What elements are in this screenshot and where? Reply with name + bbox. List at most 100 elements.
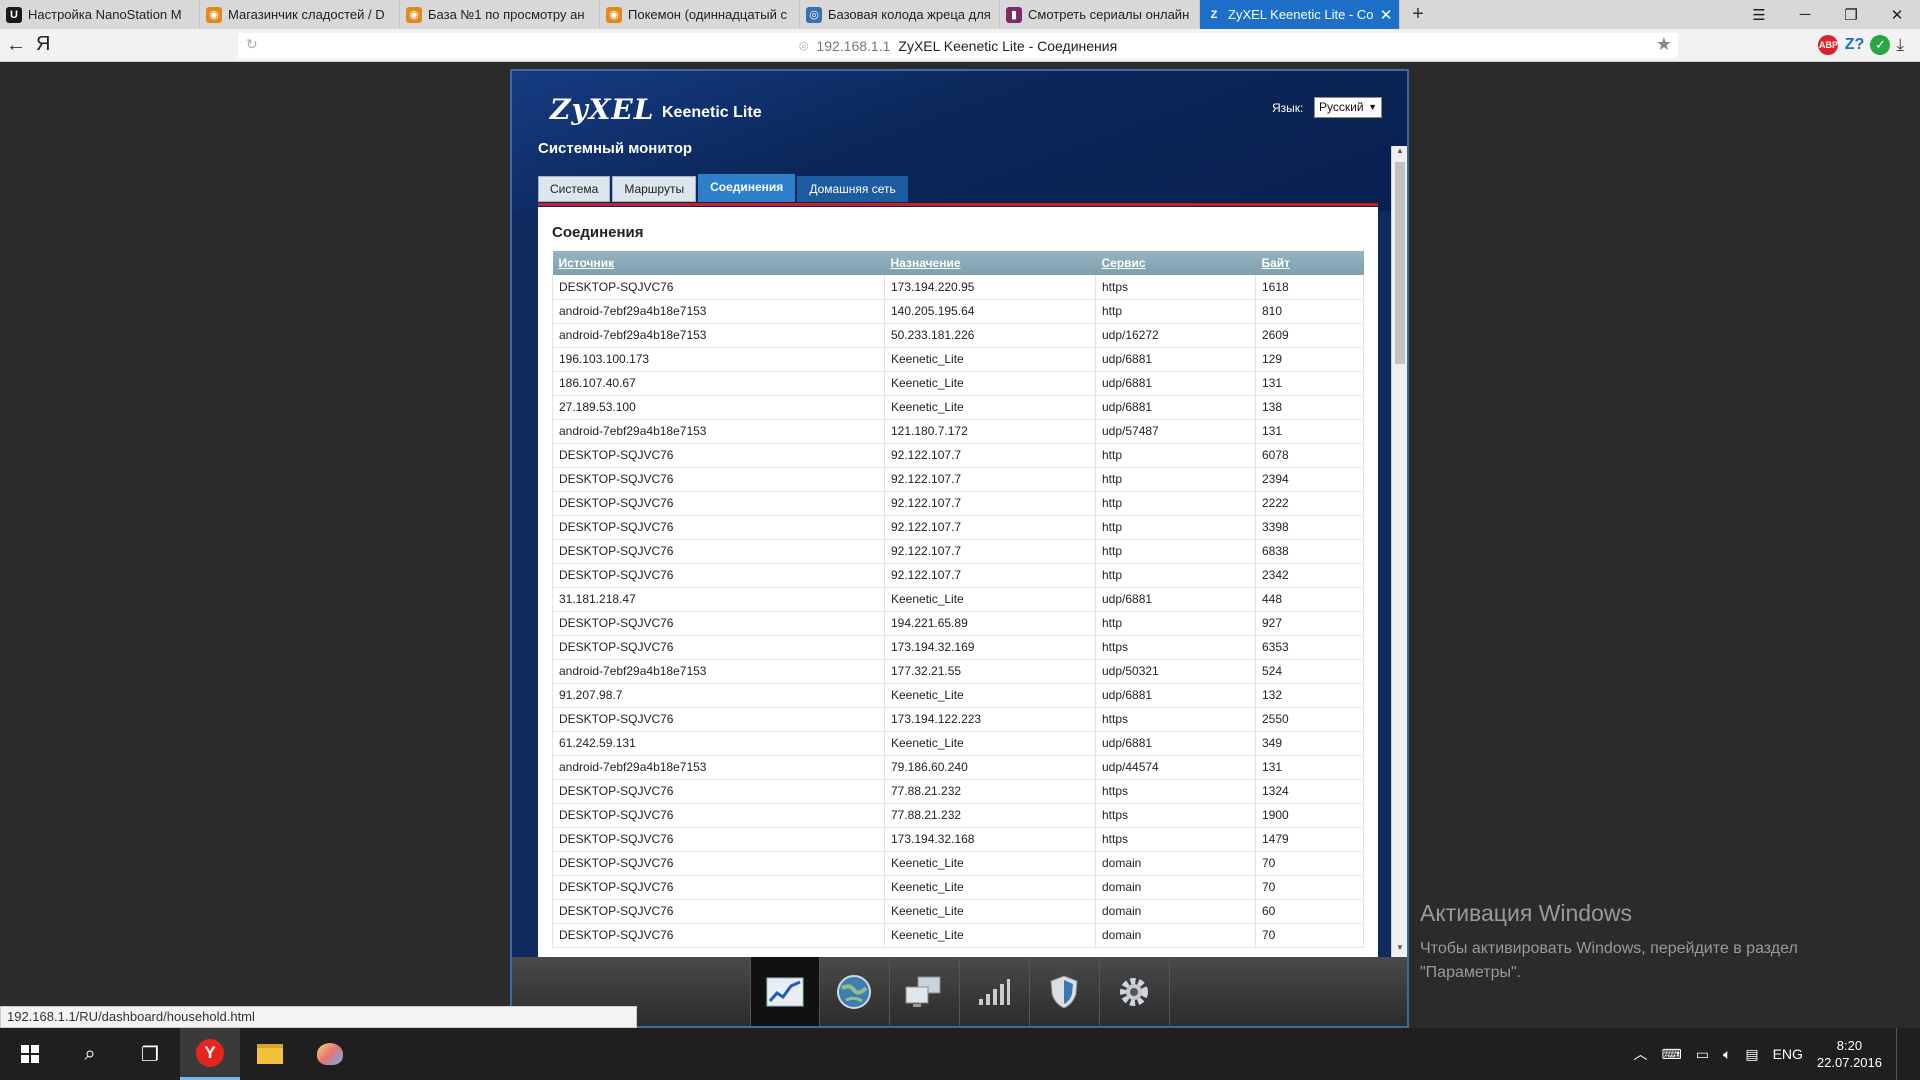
cell-destination: 92.122.107.7 <box>884 491 1096 516</box>
tiger-icon: ◉ <box>406 6 422 23</box>
yandex-logo-icon[interactable]: Я <box>36 33 50 56</box>
cell-destination: 173.194.220.95 <box>884 275 1096 300</box>
checkmark-extension-icon[interactable]: ✓ <box>1870 35 1891 55</box>
show-desktop-button[interactable] <box>1896 1028 1906 1080</box>
keyboard-icon[interactable]: ⌨ <box>1661 1046 1681 1063</box>
back-button[interactable]: ← <box>4 34 28 58</box>
cell-destination: Keenetic_Lite <box>884 923 1096 948</box>
windows-start-icon[interactable] <box>0 1028 60 1080</box>
task-view-icon[interactable]: ❐ <box>120 1028 180 1080</box>
url-field[interactable]: ↻ ◎ 192.168.1.1 ZyXEL Keenetic Lite - Со… <box>238 33 1678 58</box>
new-tab-button[interactable]: + <box>1400 0 1436 29</box>
cell-source: android-7ebf29a4b18e7153 <box>552 419 885 444</box>
yandex-browser-taskbar-icon[interactable]: Y <box>180 1028 240 1080</box>
column-header-destination[interactable]: Назначение <box>884 251 1096 275</box>
tiger-icon: ◉ <box>206 6 222 23</box>
cell-destination: 121.180.7.172 <box>884 419 1096 444</box>
cell-service: udp/6881 <box>1095 683 1256 708</box>
cell-destination: 92.122.107.7 <box>884 515 1096 540</box>
scroll-thumb[interactable] <box>1395 162 1405 364</box>
globe-icon[interactable] <box>820 957 890 1026</box>
table-row: android-7ebf29a4b18e7153 79.186.60.240 udp… <box>552 755 1364 780</box>
content-scrollbar[interactable]: ▲ ▼ <box>1391 146 1407 957</box>
cell-destination: 92.122.107.7 <box>884 443 1096 468</box>
download-icon[interactable]: ⤓ <box>1896 35 1904 55</box>
column-header-bytes[interactable]: Байт <box>1255 251 1364 275</box>
cell-source: DESKTOP-SQJVC76 <box>552 635 885 660</box>
cell-bytes: 1324 <box>1255 779 1364 804</box>
router-tab[interactable]: Домашняя сеть <box>797 176 908 202</box>
minimize-button[interactable]: ─ <box>1782 0 1828 29</box>
cell-bytes: 1900 <box>1255 803 1364 828</box>
browser-tab[interactable]: ◉ Магазинчик сладостей / D <box>200 0 400 29</box>
settings-gear-icon[interactable] <box>1100 957 1170 1026</box>
system-tray: ︿ ⌨ ▭ 🔈︎ ▤ ENG 8:20 22.07.2016 <box>1633 1028 1920 1080</box>
router-tabs: Система Маршруты Соединения Домашняя сеть <box>538 174 908 202</box>
chevron-up-icon[interactable]: ︿ <box>1633 1044 1647 1064</box>
cell-source: DESKTOP-SQJVC76 <box>552 611 885 636</box>
extension-z-icon[interactable]: Z? <box>1844 35 1865 55</box>
cell-service: udp/6881 <box>1095 731 1256 756</box>
search-icon[interactable]: ⌕ <box>60 1028 120 1080</box>
table-row: android-7ebf29a4b18e7153 121.180.7.172 udp… <box>552 419 1364 444</box>
close-tab-icon[interactable]: ✕ <box>1379 6 1393 24</box>
network-icon[interactable]: ▭ <box>1696 1046 1709 1063</box>
table-row: DESKTOP-SQJVC76 92.122.107.7 http 2394 <box>552 467 1364 492</box>
table-row: android-7ebf29a4b18e7153 50.233.181.226 ud… <box>552 323 1364 348</box>
browser-tab[interactable]: Z ZyXEL Keenetic Lite - Coe ✕ <box>1200 0 1400 29</box>
web-page: ZyXEL Keenetic Lite Язык: Русский ▼ Сист… <box>0 62 1920 1028</box>
cell-destination: 194.221.65.89 <box>884 611 1096 636</box>
language-select[interactable]: Русский ▼ <box>1314 97 1382 118</box>
cell-source: DESKTOP-SQJVC76 <box>552 875 885 900</box>
notification-icon[interactable]: ▤ <box>1745 1046 1758 1063</box>
router-tab[interactable]: Соединения <box>698 174 796 202</box>
bookmark-star-icon[interactable]: ★ <box>1656 34 1672 55</box>
browser-tab[interactable]: ◉ База №1 по просмотру ан <box>400 0 600 29</box>
security-shield-icon[interactable] <box>1030 957 1100 1026</box>
network-computers-icon[interactable] <box>890 957 960 1026</box>
windows-activation-watermark: Активация Windows Чтобы активировать Win… <box>1420 900 1860 985</box>
cell-source: DESKTOP-SQJVC76 <box>552 851 885 876</box>
volume-icon[interactable]: 🔈︎ <box>1723 1046 1731 1063</box>
cell-source: 91.207.98.7 <box>552 683 885 708</box>
scroll-up-arrow-icon[interactable]: ▲ <box>1392 146 1407 160</box>
column-header-service[interactable]: Сервис <box>1095 251 1256 275</box>
router-bottom-navigation <box>512 957 1407 1026</box>
restore-button[interactable]: ❐ <box>1828 0 1874 29</box>
reload-icon[interactable]: ↻ <box>246 36 258 53</box>
wifi-signal-bars-icon[interactable] <box>960 957 1030 1026</box>
model-name: Keenetic Lite <box>662 104 762 121</box>
cell-destination: 173.194.32.169 <box>884 635 1096 660</box>
adblock-icon[interactable]: ABP <box>1818 35 1839 55</box>
cell-service: udp/6881 <box>1095 395 1256 420</box>
connections-table: Источник Назначение Сервис Байт DESKTOP-… <box>552 251 1364 948</box>
browser-tab-title: Настройка NanoStation M <box>28 7 182 22</box>
scroll-down-arrow-icon[interactable]: ▼ <box>1392 943 1407 957</box>
table-row: DESKTOP-SQJVC76 194.221.65.89 http 927 <box>552 611 1364 636</box>
clock[interactable]: 8:20 22.07.2016 <box>1817 1037 1882 1071</box>
monitor-chart-icon[interactable] <box>749 957 820 1026</box>
router-tab[interactable]: Маршруты <box>612 176 697 202</box>
cell-destination: Keenetic_Lite <box>884 731 1096 756</box>
paint-icon[interactable] <box>300 1028 360 1080</box>
cell-destination: 79.186.60.240 <box>884 755 1096 780</box>
cell-service: udp/6881 <box>1095 371 1256 396</box>
router-tab[interactable]: Система <box>538 176 611 202</box>
column-header-source[interactable]: Источник <box>552 251 885 275</box>
browser-tab[interactable]: ◎ Базовая колода жреца для <box>800 0 1000 29</box>
cell-service: http <box>1095 443 1256 468</box>
table-row: 186.107.40.67 Keenetic_Lite udp/6881 131 <box>552 371 1364 396</box>
browser-tab[interactable]: ▮ Смотреть сериалы онлайн <box>1000 0 1200 29</box>
cell-source: DESKTOP-SQJVC76 <box>552 899 885 924</box>
table-row: DESKTOP-SQJVC76 173.194.32.169 https 6353 <box>552 635 1364 660</box>
cell-destination: Keenetic_Lite <box>884 851 1096 876</box>
close-window-button[interactable]: ✕ <box>1874 0 1920 29</box>
browser-tab-title: Покемон (одиннадцатый с <box>628 7 787 22</box>
browser-tab[interactable]: ◉ Покемон (одиннадцатый с <box>600 0 800 29</box>
cell-source: DESKTOP-SQJVC76 <box>552 827 885 852</box>
file-explorer-icon[interactable] <box>240 1028 300 1080</box>
browser-menu-icon[interactable]: ☰ <box>1736 0 1782 29</box>
input-language[interactable]: ENG <box>1773 1046 1803 1062</box>
browser-tab[interactable]: U Настройка NanoStation M <box>0 0 200 29</box>
cell-bytes: 2394 <box>1255 467 1364 492</box>
